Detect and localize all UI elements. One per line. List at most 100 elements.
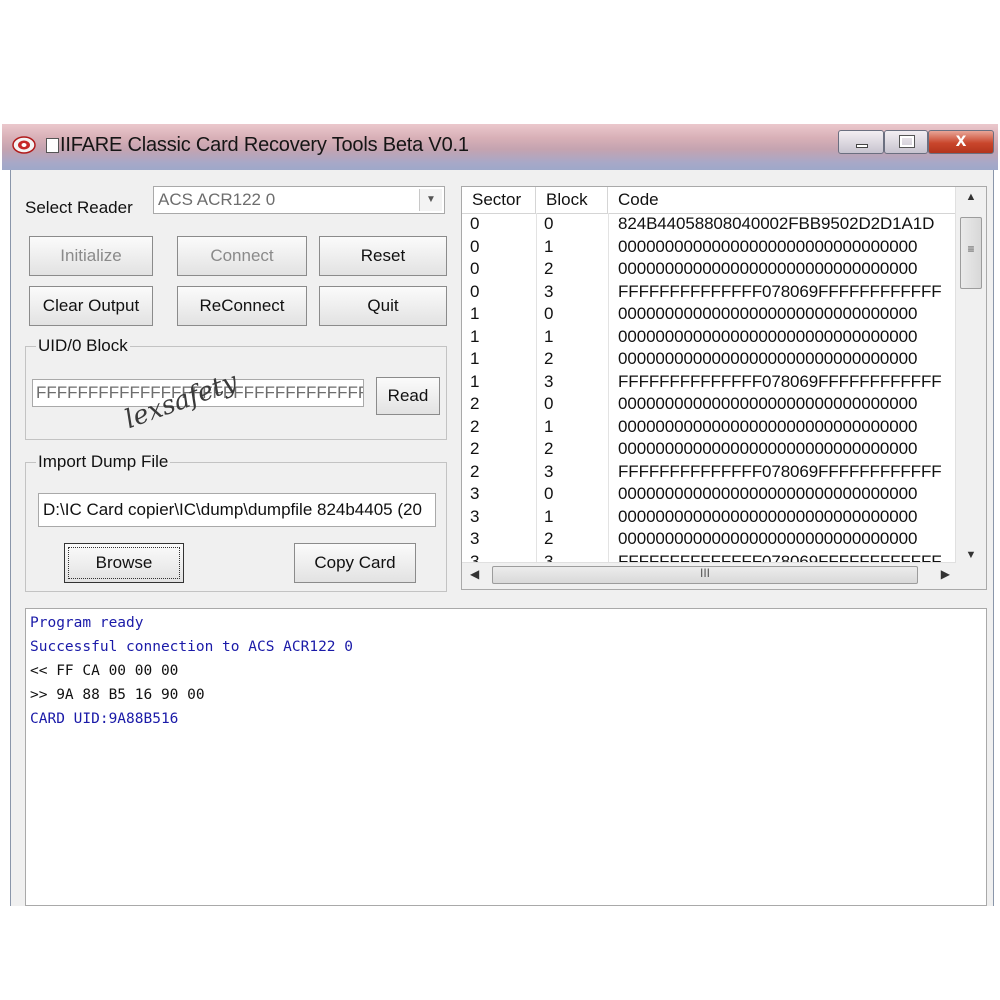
initialize-button[interactable]: Initialize [29,236,153,276]
cell-block: 0 [544,484,554,503]
connect-button[interactable]: Connect [177,236,307,276]
quit-button[interactable]: Quit [319,286,447,326]
table-row[interactable]: 2 1 00000000000000000000000000000000 [462,416,956,439]
cell-code: 00000000000000000000000000000000 [618,416,918,436]
scroll-grip-icon: ≡ [967,242,975,256]
table-row[interactable]: 2 0 00000000000000000000000000000000 [462,393,956,416]
sector-table[interactable]: Sector Block Code 0 0 824B44058808040002FB… [461,186,987,590]
read-button[interactable]: Read [376,377,440,415]
browse-button[interactable]: Browse [64,543,184,583]
log-line: << FF CA 00 00 00 [30,663,179,679]
title-bar[interactable]: IIFARE Classic Card Recovery Tools Beta … [2,124,998,170]
cell-block: 1 [544,506,554,526]
table-row[interactable]: 3 0 00000000000000000000000000000000 [462,483,956,506]
table-row[interactable]: 2 2 00000000000000000000000000000000 [462,438,956,461]
cell-sector: 1 [470,304,480,323]
column-header-code[interactable]: Code [608,187,956,213]
title-glyph-box [46,138,59,153]
maximize-icon [899,135,915,148]
cell-code: 00000000000000000000000000000000 [618,439,918,458]
focus-rectangle [68,547,180,579]
minimize-button[interactable] [838,130,884,154]
maximize-button[interactable] [884,130,928,154]
cell-code: 824B44058808040002FBB9502D2D1A1D [618,214,935,233]
output-log[interactable]: Program ready Successful connection to AC… [25,608,987,906]
cell-code: 00000000000000000000000000000000 [618,506,918,526]
select-reader-label: Select Reader [25,198,133,217]
cell-code: 00000000000000000000000000000000 [618,349,918,368]
scroll-up-icon[interactable]: ▲ [956,191,986,203]
cell-sector: 2 [470,394,480,413]
cell-code: FFFFFFFFFFFFFF078069FFFFFFFFFFFF [618,371,942,391]
cell-block: 1 [544,326,554,346]
cell-code: 00000000000000000000000000000000 [618,484,918,503]
cell-block: 0 [544,214,554,233]
table-row[interactable]: 0 3 FFFFFFFFFFFFFF078069FFFFFFFFFFFF [462,281,956,304]
window-title: IIFARE Classic Card Recovery Tools Beta … [60,134,469,156]
cell-sector: 2 [470,416,480,436]
cell-code: 00000000000000000000000000000000 [618,259,918,278]
scroll-right-icon[interactable]: ▶ [941,567,950,581]
cell-sector: 0 [470,281,480,301]
scroll-corner [956,563,986,589]
table-row[interactable]: 0 0 824B44058808040002FBB9502D2D1A1D [462,213,956,236]
cell-sector: 2 [470,461,480,481]
reconnect-button[interactable]: ReConnect [177,286,307,326]
table-row[interactable]: 1 0 00000000000000000000000000000000 [462,303,956,326]
cell-sector: 2 [470,439,480,458]
reset-button[interactable]: Reset [319,236,447,276]
cell-block: 2 [544,439,554,458]
cell-code: 00000000000000000000000000000000 [618,394,918,413]
log-line: Successful connection to ACS ACR122 0 [30,639,354,655]
scroll-down-icon[interactable]: ▼ [956,549,986,561]
cell-code: 00000000000000000000000000000000 [618,304,918,323]
table-row[interactable]: 1 2 00000000000000000000000000000000 [462,348,956,371]
table-body: 0 0 824B44058808040002FBB9502D2D1A1D 0 1 0000… [462,213,956,565]
vertical-scroll-thumb[interactable]: ≡ [960,217,982,289]
column-header-sector[interactable]: Sector [462,187,536,213]
close-button[interactable]: x [928,130,994,154]
minimize-icon [856,144,868,148]
copy-card-button[interactable]: Copy Card [294,543,416,583]
chevron-down-icon[interactable]: ▼ [419,189,442,211]
column-header-block[interactable]: Block [536,187,608,213]
main-panel: Select Reader ACS ACR122 0 ▼ Initialize … [10,170,994,906]
cell-sector: 1 [470,349,480,368]
cell-code: 00000000000000000000000000000000 [618,236,918,256]
cell-sector: 3 [470,484,480,503]
uid-block-group-label: UID/0 Block [36,336,130,356]
scroll-left-icon[interactable]: ◀ [470,567,479,581]
vertical-scrollbar[interactable]: ▲ ≡ ▼ [955,187,986,565]
log-line: Program ready [30,615,144,631]
reader-select[interactable]: ACS ACR122 0 ▼ [153,186,445,214]
close-icon: x [955,130,967,151]
cell-code: 00000000000000000000000000000000 [618,326,918,346]
cell-code: 00000000000000000000000000000000 [618,529,918,548]
cell-block: 3 [544,371,554,391]
table-header: Sector Block Code [462,187,956,214]
table-row[interactable]: 1 1 00000000000000000000000000000000 [462,326,956,349]
table-row[interactable]: 2 3 FFFFFFFFFFFFFF078069FFFFFFFFFFFF [462,461,956,484]
table-row[interactable]: 3 2 00000000000000000000000000000000 [462,528,956,551]
clear-output-button[interactable]: Clear Output [29,286,153,326]
reader-select-value: ACS ACR122 0 [158,190,276,209]
dump-path-input[interactable]: D:\IC Card copier\IC\dump\dumpfile 824b4… [38,493,436,527]
cell-sector: 0 [470,214,480,233]
cell-sector: 1 [470,371,480,391]
scroll-grip-icon: III [699,566,710,580]
cell-sector: 0 [470,259,480,278]
horizontal-scrollbar[interactable]: ◀ III ▶ [462,562,956,589]
table-row[interactable]: 0 1 00000000000000000000000000000000 [462,236,956,259]
cell-block: 1 [544,416,554,436]
app-logo-icon [12,136,36,154]
app-window: IIFARE Classic Card Recovery Tools Beta … [2,124,998,906]
table-row[interactable]: 3 1 00000000000000000000000000000000 [462,506,956,529]
cell-block: 2 [544,529,554,548]
cell-block: 3 [544,281,554,301]
cell-sector: 3 [470,506,480,526]
table-row[interactable]: 1 3 FFFFFFFFFFFFFF078069FFFFFFFFFFFF [462,371,956,394]
horizontal-scroll-thumb[interactable]: III [492,566,918,584]
table-row[interactable]: 0 2 00000000000000000000000000000000 [462,258,956,281]
cell-code: FFFFFFFFFFFFFF078069FFFFFFFFFFFF [618,461,942,481]
cell-block: 1 [544,236,554,256]
